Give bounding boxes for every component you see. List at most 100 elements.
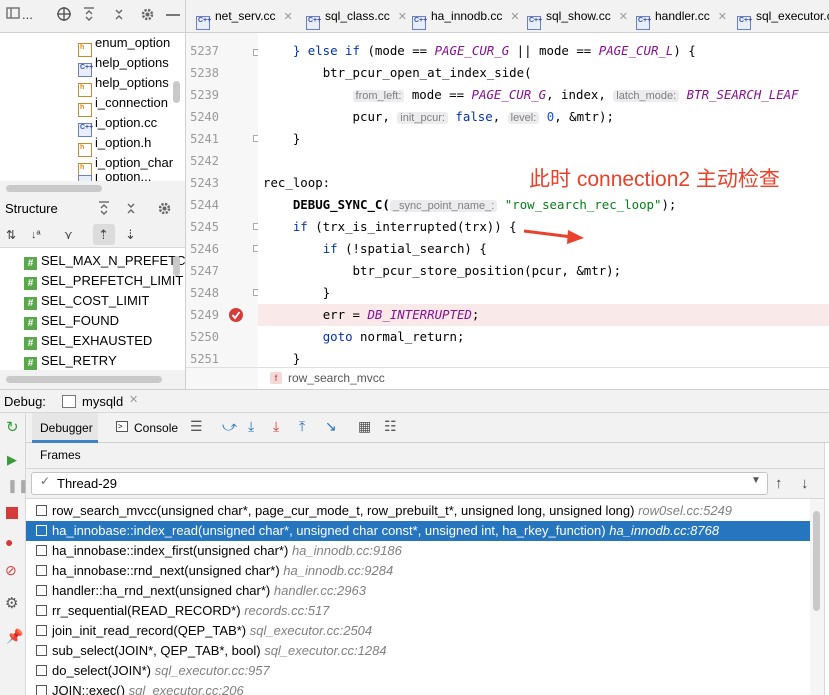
structure-item[interactable]: # SEL_PREFETCH_LIMIT (24, 271, 183, 291)
sort-by-visibility-icon[interactable]: ⇅ (6, 227, 16, 243)
tab-debugger[interactable]: Debugger (32, 413, 98, 443)
frame-row[interactable]: ha_innobase::index_read(unsigned char*, … (26, 521, 810, 541)
rerun-icon[interactable]: ↻ (6, 420, 19, 435)
frames-scrollbar-thumb[interactable] (813, 511, 820, 611)
collapse-all-icon[interactable] (112, 7, 126, 24)
previous-frame-icon[interactable]: ↑ (775, 475, 783, 492)
pin-icon[interactable]: 📌 (6, 629, 23, 643)
cpp-file-icon: C++ (527, 16, 542, 30)
step-over-icon[interactable]: ⤻ (222, 419, 237, 433)
hide-icon[interactable] (166, 14, 180, 16)
structure-item[interactable]: # SEL_MAX_N_PREFETCH (24, 251, 195, 271)
trace-icon[interactable]: ☷ (384, 419, 397, 433)
tab-ha-innodb[interactable]: C++ ha_innodb.cc ✕ (412, 0, 520, 33)
line-gutter[interactable]: 5237 5238 5239 5240 5241 5242 5243 5244 … (186, 33, 260, 367)
tab-sql-class[interactable]: C++ sql_class.cc ✕ (306, 0, 407, 33)
next-frame-icon[interactable]: ↓ (801, 475, 809, 492)
structure-hscroll-thumb[interactable] (6, 376, 162, 383)
filter-icon[interactable]: ⋎ (64, 227, 73, 243)
file-name: enum_option (95, 35, 171, 50)
frame-row[interactable]: join_init_read_record(QEP_TAB*) sql_exec… (26, 621, 810, 641)
debug-session-tab[interactable]: mysqld (82, 394, 123, 409)
autoscroll-to-source-icon[interactable]: ⇡ (98, 227, 109, 243)
check-icon: ✓ (40, 474, 51, 488)
line-number: 5246 (190, 242, 219, 256)
close-icon[interactable]: ✕ (283, 11, 292, 23)
layout-icon[interactable]: ☰ (190, 419, 203, 433)
frames-scrollbar[interactable] (810, 499, 824, 695)
close-icon[interactable]: ✕ (718, 11, 727, 23)
structure-scrollbar[interactable] (173, 256, 180, 276)
tab-sql-executor[interactable]: C++sql_executor.cc (737, 0, 829, 33)
code-line: goto normal_return; (322, 329, 465, 344)
close-icon[interactable]: ✕ (129, 393, 138, 406)
close-icon[interactable]: ✕ (510, 11, 519, 23)
breadcrumb[interactable]: f row_search_mvcc (258, 367, 829, 389)
tab-net-serv[interactable]: C++ net_serv.cc ✕ (196, 0, 293, 33)
code-line: pcur, init_pcur: false, level: 0, &mtr); (352, 109, 614, 124)
tab-handler[interactable]: C++ handler.cc ✕ (636, 0, 727, 33)
annotation-arrow-icon (523, 229, 584, 244)
force-step-into-icon[interactable]: ⤓ (273, 419, 279, 433)
view-breakpoints-icon[interactable]: ● (5, 535, 13, 549)
gear-icon[interactable] (157, 201, 172, 219)
tree-file[interactable]: C++ i_option.cc (78, 113, 157, 137)
close-icon[interactable]: ✕ (398, 11, 407, 23)
frame-row[interactable]: handler::ha_rnd_next(unsigned char*) han… (26, 581, 810, 601)
step-into-icon[interactable]: ⤓ (248, 419, 254, 433)
structure-item[interactable]: # SEL_FOUND (24, 311, 119, 331)
structure-header: Structure (0, 195, 186, 221)
structure-title: Structure (5, 201, 58, 216)
tab-sql-show[interactable]: C++ sql_show.cc ✕ (527, 0, 628, 33)
project-view-icon[interactable] (6, 6, 20, 23)
locate-file-icon[interactable] (56, 6, 72, 25)
tree-file[interactable]: i_option... (78, 173, 151, 181)
structure-item[interactable]: # SEL_EXHAUSTED (24, 331, 152, 351)
autoscroll-from-source-icon[interactable]: ⇣ (125, 227, 136, 243)
project-view-selector[interactable]: ... (22, 7, 33, 23)
param-hint: level: (507, 112, 540, 124)
tree-hscroll-thumb[interactable] (6, 185, 102, 192)
tree-scrollbar[interactable] (173, 81, 180, 103)
resume-icon[interactable]: ▶ (7, 453, 17, 467)
code-line: btr_pcur_store_position(pcur, &mtr); (352, 263, 622, 278)
breadcrumb-function[interactable]: row_search_mvcc (288, 368, 385, 388)
tree-file[interactable]: h i_option_char (78, 153, 173, 177)
frame-row[interactable]: JOIN::exec() sql_executor.cc:206 (26, 681, 810, 695)
collapse-all-icon[interactable] (124, 201, 138, 218)
tree-file[interactable]: h enum_option (78, 33, 171, 57)
tree-hscroll[interactable] (0, 181, 186, 195)
run-to-cursor-icon[interactable]: ↘ (325, 419, 337, 433)
structure-item[interactable]: # SEL_COST_LIMIT (24, 291, 149, 311)
frame-row[interactable]: ha_innobase::rnd_next(unsigned char*) ha… (26, 561, 810, 581)
code-line: from_left: mode == PAGE_CUR_G, index, la… (263, 84, 799, 106)
breakpoint-icon[interactable] (229, 308, 243, 322)
tree-file[interactable]: C++ help_options (78, 53, 169, 77)
mute-breakpoints-icon[interactable]: ⊘ (5, 563, 17, 577)
thread-selector[interactable]: ✓ Thread-29 ▼ (31, 472, 768, 495)
frame-row[interactable]: row_search_mvcc(unsigned char*, page_cur… (26, 501, 810, 521)
stop-icon[interactable] (6, 507, 18, 519)
tree-file[interactable]: h help_options (78, 73, 169, 97)
file-name: help_options (95, 55, 169, 70)
structure-hscroll[interactable] (0, 370, 186, 389)
expand-all-icon[interactable] (97, 201, 111, 218)
frame-row[interactable]: rr_sequential(READ_RECORD*) records.cc:5… (26, 601, 810, 621)
evaluate-icon[interactable]: ▦ (358, 419, 371, 433)
code-editor[interactable]: } } else if (mode == PAGE_CUR_G || mode … (258, 33, 829, 367)
gear-icon[interactable] (140, 7, 155, 25)
frame-row[interactable]: sub_select(JOIN*, QEP_TAB*, bool) sql_ex… (26, 641, 810, 661)
close-icon[interactable]: ✕ (619, 11, 628, 23)
tab-console[interactable]: > Console (114, 413, 188, 443)
define-icon: # (24, 357, 37, 370)
frame-row[interactable]: do_select(JOIN*) sql_executor.cc:957 (26, 661, 810, 681)
tree-file[interactable]: h i_connection (78, 93, 168, 117)
step-out-icon[interactable]: ⤒ (299, 419, 305, 433)
code-line: } (322, 285, 331, 300)
frame-row[interactable]: ha_innobase::index_first(unsigned char*)… (26, 541, 810, 561)
expand-all-icon[interactable] (82, 7, 96, 24)
settings-icon[interactable]: ⚙ (5, 596, 18, 611)
sort-alpha-icon[interactable]: ↓ª (31, 227, 41, 243)
structure-item[interactable]: # SEL_RETRY (24, 351, 117, 371)
tree-file[interactable]: h i_option.h (78, 133, 151, 157)
